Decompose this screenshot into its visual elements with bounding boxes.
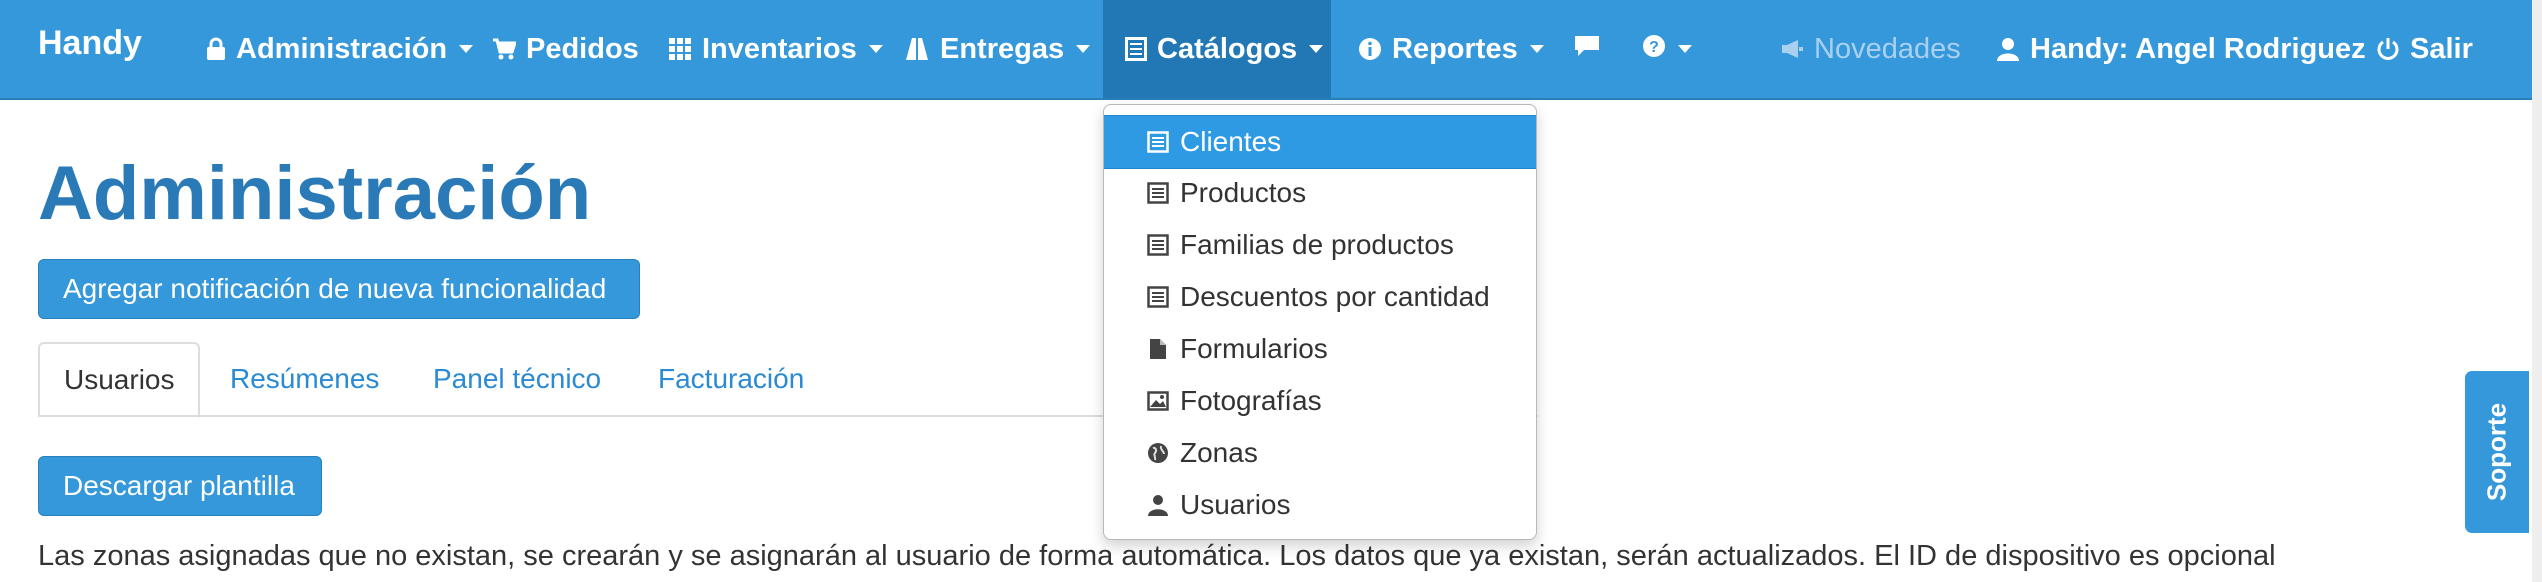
chevron-down-icon [1076,45,1091,53]
tab-panel-tecnico[interactable]: Panel técnico [433,342,601,416]
nav-salir-label: Salir [2410,32,2473,65]
nav-novedades[interactable]: Novedades [1774,0,1967,98]
globe-icon [1146,442,1170,464]
menu-item-productos[interactable]: Productos [1104,167,1536,219]
menu-item-zonas[interactable]: Zonas [1104,427,1536,479]
scrollbar[interactable] [2532,0,2542,582]
tab-usuarios[interactable]: Usuarios [38,342,200,418]
nav-user-label: Handy: Angel Rodriguez [2030,32,2366,65]
menu-item-formularios[interactable]: Formularios [1104,323,1536,375]
nav-user[interactable]: Handy: Angel Rodriguez [1990,0,2372,98]
page-title: Administración [38,151,592,236]
menu-item-descuentos[interactable]: Descuentos por cantidad [1104,271,1536,323]
user-icon [1996,37,2020,61]
menu-item-label: Clientes [1180,126,1282,157]
picture-icon [1146,391,1170,411]
list-icon [1146,182,1170,204]
nav-pedidos[interactable]: Pedidos [486,0,645,98]
top-navbar: Handy Administración Pedidos Inventarios… [0,0,2542,100]
nav-reportes-label: Reportes [1392,32,1518,65]
nav-inventarios[interactable]: Inventarios [662,0,889,98]
megaphone-icon [1780,37,1804,61]
menu-item-familias[interactable]: Familias de productos [1104,219,1536,271]
nav-administracion-label: Administración [236,32,448,65]
add-notification-button[interactable]: Agregar notificación de nueva funcionali… [38,259,640,319]
lock-icon [206,37,226,61]
chevron-down-icon [1309,45,1324,53]
nav-catalogos-label: Catálogos [1157,32,1298,65]
help-icon: ? [1642,33,1666,66]
nav-help[interactable]: ? [1636,0,1698,98]
menu-item-fotografias[interactable]: Fotografías [1104,375,1536,427]
chevron-down-icon [1678,45,1692,53]
list-icon [1146,234,1170,256]
menu-item-label: Formularios [1180,333,1328,364]
list-icon [1125,37,1147,61]
brand-logo[interactable]: Handy [38,24,142,63]
nav-catalogos[interactable]: Catálogos [1103,0,1331,98]
nav-administracion[interactable]: Administración [200,0,479,98]
menu-item-label: Productos [1180,177,1307,208]
tab-resumenes[interactable]: Resúmenes [230,342,379,416]
download-template-button[interactable]: Descargar plantilla [38,456,322,516]
menu-item-label: Fotografías [1180,385,1322,416]
chevron-down-icon [1529,45,1544,53]
nav-entregas-label: Entregas [940,32,1065,65]
menu-item-clientes[interactable]: Clientes [1104,115,1536,169]
grid-icon [668,37,692,61]
chevron-down-icon [868,45,883,53]
cart-icon [492,37,516,61]
power-icon [2376,37,2400,61]
menu-item-label: Usuarios [1180,489,1291,520]
chevron-down-icon [459,45,474,53]
nav-messages[interactable] [1568,0,1606,98]
user-icon [1146,494,1170,516]
info-icon [1358,37,1382,61]
menu-item-label: Descuentos por cantidad [1180,281,1490,312]
menu-item-usuarios[interactable]: Usuarios [1104,479,1536,531]
nav-salir[interactable]: Salir [2370,0,2479,98]
menu-item-label: Zonas [1180,437,1258,468]
nav-reportes[interactable]: Reportes [1352,0,1550,98]
catalogos-dropdown-menu: Clientes Productos Familias de productos… [1103,104,1537,540]
nav-pedidos-label: Pedidos [526,32,639,65]
nav-entregas[interactable]: Entregas [898,0,1096,98]
nav-novedades-label: Novedades [1814,32,1961,65]
chat-icon [1574,33,1600,66]
info-text: Las zonas asignadas que no existan, se c… [38,540,2276,572]
road-icon [904,37,930,61]
list-icon [1146,286,1170,308]
support-label: Soporte [2481,402,2512,502]
file-icon [1146,338,1170,360]
svg-text:?: ? [1649,39,1659,56]
tab-facturacion[interactable]: Facturación [658,342,804,416]
support-tab[interactable]: Soporte [2462,368,2532,536]
list-icon [1146,131,1170,153]
menu-item-label: Familias de productos [1180,229,1454,260]
nav-inventarios-label: Inventarios [702,32,857,65]
